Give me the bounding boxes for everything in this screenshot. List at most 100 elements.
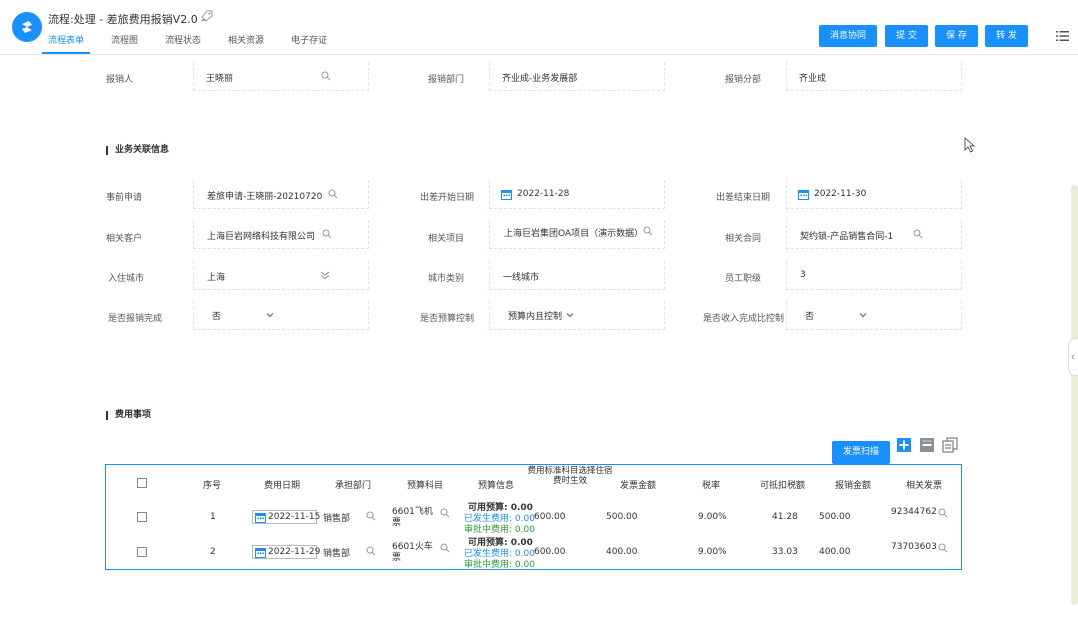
dept-label: 报销部门	[428, 75, 465, 85]
col-claim-amount: 报销金额	[835, 481, 872, 491]
row-tax-rate: 9.00%	[698, 512, 727, 522]
search-icon[interactable]	[321, 71, 331, 81]
row-claim-amount: 500.00	[819, 512, 851, 522]
chevron-down-icon[interactable]	[858, 310, 868, 320]
delete-row-icon[interactable]	[919, 437, 935, 453]
pre-request-label: 事前申请	[106, 193, 143, 203]
forward-button[interactable]: 转 发	[985, 25, 1028, 47]
chevron-down-icon[interactable]	[265, 310, 275, 320]
side-collapse-handle[interactable]	[1068, 338, 1078, 376]
search-icon[interactable]	[366, 546, 376, 556]
calendar-icon	[255, 513, 266, 523]
tab-status[interactable]: 流程状态	[159, 34, 207, 54]
calendar-icon	[501, 190, 512, 200]
tag-icon[interactable]	[201, 10, 213, 22]
branch-value: 齐业成	[799, 74, 827, 84]
col-dept: 承担部门	[335, 481, 372, 491]
search-icon[interactable]	[440, 508, 450, 518]
row-checkbox[interactable]	[137, 512, 147, 522]
customer-field[interactable]: 上海巨岩网络科技有限公司	[193, 220, 369, 249]
project-value: 上海巨岩集团OA项目（演示数据）	[504, 229, 644, 239]
select-all-checkbox[interactable]	[137, 478, 147, 488]
search-icon[interactable]	[938, 543, 948, 553]
row-invoice: 73703603	[891, 542, 937, 552]
row-date-value: 2022-11-29	[268, 547, 321, 557]
search-icon[interactable]	[328, 189, 338, 199]
col-date: 费用日期	[264, 481, 301, 491]
tab-evidence[interactable]: 电子存证	[285, 34, 333, 54]
tab-resources[interactable]: 相关资源	[222, 34, 270, 54]
row-subject: 6601飞机票	[392, 507, 433, 528]
col-seq: 序号	[203, 481, 222, 491]
row-pending: 审批中费用: 0.00	[464, 525, 535, 535]
expense-section-title: 费用事项	[106, 411, 151, 420]
mouse-cursor-icon	[964, 137, 976, 153]
start-date-value: 2022-11-28	[517, 189, 570, 199]
search-icon[interactable]	[913, 229, 923, 239]
customer-value: 上海巨岩网络科技有限公司	[207, 232, 316, 242]
tab-form[interactable]: 流程表单	[42, 34, 91, 54]
row-tax-rate: 9.00%	[698, 547, 727, 557]
row-checkbox[interactable]	[137, 547, 147, 557]
end-date-field[interactable]: 2022-11-30	[786, 180, 962, 209]
calendar-icon	[798, 190, 809, 200]
level-label: 员工职级	[725, 274, 762, 284]
add-row-icon[interactable]	[896, 437, 912, 453]
menu-list-icon[interactable]	[1056, 30, 1069, 42]
contract-label: 相关合同	[725, 234, 762, 244]
dept-value: 齐业成-业务发展部	[502, 74, 578, 84]
income-label: 是否收入完成比控制	[703, 314, 785, 324]
row-date-value: 2022-11-15	[268, 512, 321, 522]
copy-row-icon[interactable]	[942, 437, 958, 453]
double-chevron-down-icon[interactable]	[320, 270, 330, 280]
row-standard: 600.00	[534, 547, 566, 557]
search-icon[interactable]	[643, 226, 653, 236]
budget-ctrl-label: 是否预算控制	[420, 314, 475, 324]
app-header: 流程:处理 - 差旅费用报销V2.0 - 流程表单 流程图 流程状态 相关资源 …	[0, 0, 1078, 55]
contract-field[interactable]: 契约锁-产品销售合同-1	[786, 220, 962, 249]
row-seq: 1	[210, 512, 216, 522]
done-select[interactable]: 否	[193, 301, 369, 330]
invoice-scan-button[interactable]: 发票扫描	[832, 441, 890, 464]
save-button[interactable]: 保 存	[935, 25, 978, 47]
city-type-value: 一线城市	[503, 273, 540, 283]
applicant-field[interactable]: 王晓丽	[193, 62, 369, 91]
search-icon[interactable]	[938, 508, 948, 518]
business-section-title: 业务关联信息	[106, 146, 169, 155]
search-icon[interactable]	[440, 543, 450, 553]
row-date-field[interactable]: 2022-11-15	[252, 510, 321, 524]
search-icon[interactable]	[366, 511, 376, 521]
col-invoice-amount: 发票金额	[620, 481, 657, 491]
row-invoice-amount: 500.00	[606, 512, 638, 522]
col-budget: 预算信息	[478, 481, 515, 491]
city-select[interactable]: 上海	[193, 261, 369, 290]
start-date-field[interactable]: 2022-11-28	[489, 180, 665, 209]
col-deductible: 可抵扣税额	[760, 481, 806, 491]
chevron-left-icon	[1071, 354, 1075, 360]
chevron-down-icon[interactable]	[565, 310, 575, 320]
applicant-value: 王晓丽	[206, 74, 234, 84]
start-date-label: 出差开始日期	[420, 193, 475, 203]
budget-ctrl-value: 预算内且控制	[508, 312, 563, 322]
project-field[interactable]: 上海巨岩集团OA项目（演示数据）	[489, 220, 665, 249]
done-value: 否	[212, 312, 222, 322]
collaborate-button[interactable]: 消息协同	[819, 25, 877, 47]
row-seq: 2	[210, 547, 216, 557]
app-logo-icon	[12, 12, 42, 42]
tab-flowchart[interactable]: 流程图	[105, 34, 144, 54]
pre-request-value: 差旅申请-王晓丽-20210720	[207, 192, 323, 202]
row-deductible: 33.03	[772, 547, 798, 557]
col-subject: 预算科目	[407, 481, 444, 491]
search-icon[interactable]	[322, 229, 332, 239]
income-select[interactable]: 否	[786, 301, 962, 330]
row-pending: 审批中费用: 0.00	[464, 560, 535, 570]
row-date-field[interactable]: 2022-11-29	[252, 545, 321, 559]
pre-request-field[interactable]: 差旅申请-王晓丽-20210720	[193, 180, 369, 209]
col-standard: 费用标准科目选择住宿费时生效	[527, 466, 613, 486]
city-label: 入住城市	[108, 274, 145, 284]
level-field: 3	[786, 261, 962, 290]
branch-field: 齐业成	[786, 62, 962, 91]
submit-button[interactable]: 提 交	[885, 25, 928, 47]
vertical-scrollbar[interactable]	[1071, 185, 1078, 605]
budget-ctrl-select[interactable]: 预算内且控制	[489, 301, 665, 330]
